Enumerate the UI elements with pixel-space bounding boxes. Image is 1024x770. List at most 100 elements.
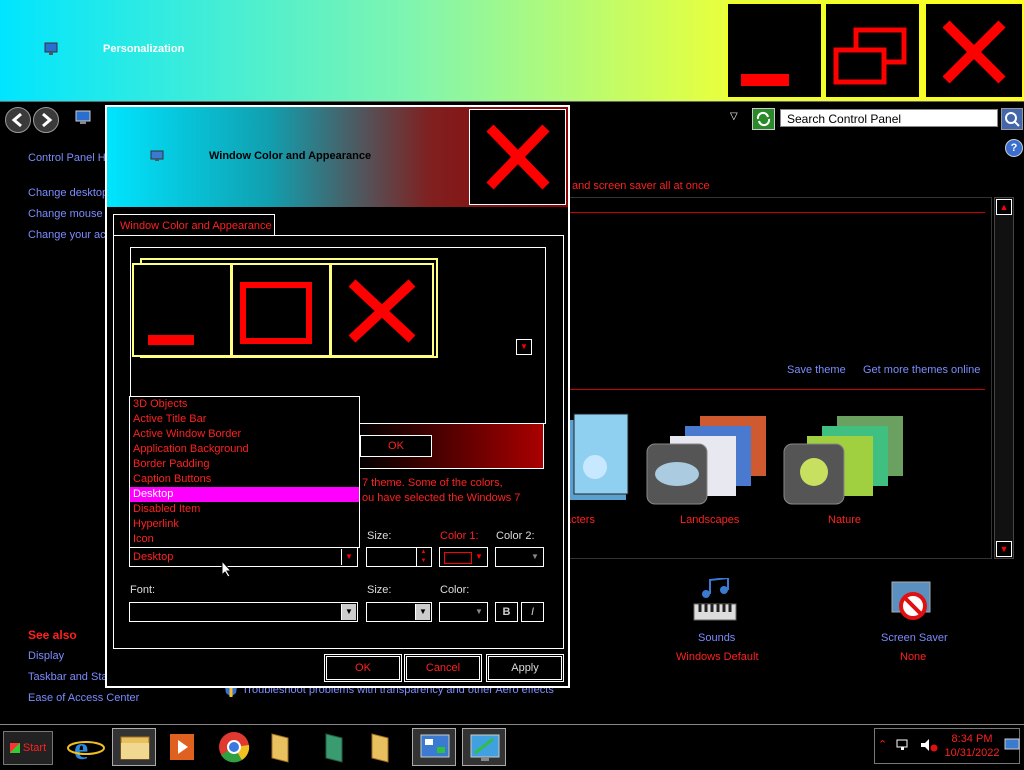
scroll-up-button[interactable]: ▲: [996, 199, 1012, 215]
show-hidden-icons-button[interactable]: ⌃: [878, 738, 887, 751]
minimize-icon: [741, 74, 789, 86]
refresh-button[interactable]: [752, 108, 775, 130]
apply-button[interactable]: Apply: [486, 654, 564, 682]
theme-characters-thumbnail[interactable]: [570, 412, 630, 504]
window-title: Personalization: [103, 43, 185, 55]
dialog-close-button[interactable]: [469, 109, 566, 205]
control-panel-taskbar-icon[interactable]: [412, 728, 456, 766]
list-item[interactable]: Hyperlink: [130, 517, 359, 532]
preview-scroll-down: ▼: [516, 339, 532, 355]
theme-landscapes-label: Landscapes: [680, 514, 740, 526]
chevron-down-icon: ▼: [341, 549, 356, 565]
forward-button[interactable]: [33, 107, 59, 133]
cancel-button[interactable]: Cancel: [404, 654, 482, 682]
list-item[interactable]: Active Window Border: [130, 427, 359, 442]
close-button[interactable]: [925, 3, 1023, 98]
intro-text: and screen saver all at once: [572, 180, 710, 192]
help-icon[interactable]: ?: [1005, 139, 1023, 157]
chevron-down-icon: ▼: [475, 552, 483, 561]
list-item-selected[interactable]: Desktop: [130, 487, 359, 502]
file-explorer-icon[interactable]: [112, 728, 156, 766]
list-item[interactable]: Disabled Item: [130, 502, 359, 517]
theme-nature-thumbnail[interactable]: [782, 410, 907, 505]
preview-ok-button: OK: [360, 435, 432, 457]
font-size-select[interactable]: ▼: [366, 602, 432, 622]
chrome-icon[interactable]: [212, 728, 256, 766]
close-icon: [942, 20, 1006, 84]
list-item[interactable]: Active Title Bar: [130, 412, 359, 427]
clock[interactable]: 8:34 PM 10/31/2022: [943, 732, 1001, 760]
svg-text:e: e: [74, 730, 88, 766]
screen-saver-icon[interactable]: [888, 578, 938, 628]
see-also-ease-of-access[interactable]: Ease of Access Center: [28, 692, 139, 704]
get-more-themes-link[interactable]: Get more themes online: [863, 364, 980, 376]
screen-saver-label[interactable]: Screen Saver: [881, 632, 948, 644]
bold-button[interactable]: B: [495, 602, 518, 622]
preview-minimize-button: [132, 263, 232, 357]
color-swatch: [444, 552, 472, 564]
color1-label: Color 1:: [440, 530, 479, 542]
chevron-down-icon: ▼: [341, 604, 356, 620]
chevron-down-icon: ▼: [415, 604, 430, 620]
item-select[interactable]: Desktop ▼: [129, 547, 358, 567]
font-color-picker[interactable]: ▼: [439, 602, 488, 622]
preview-maximize-button: [231, 263, 331, 357]
personalization-taskbar-icon[interactable]: [462, 728, 506, 766]
italic-button[interactable]: I: [521, 602, 544, 622]
search-input[interactable]: Search Control Panel: [780, 109, 998, 127]
list-item[interactable]: Icon: [130, 532, 359, 547]
restore-button[interactable]: [825, 3, 920, 98]
nav-change-mouse[interactable]: Change mouse p: [28, 208, 112, 220]
theme-landscapes-thumbnail[interactable]: [645, 410, 770, 505]
theme-list-scrollbar[interactable]: ▲ ▼: [994, 197, 1014, 559]
forward-arrow-icon: [42, 112, 53, 128]
nav-control-panel-home[interactable]: Control Panel Ho: [28, 152, 112, 164]
dialog-icon: [150, 150, 164, 162]
list-item[interactable]: Caption Buttons: [130, 472, 359, 487]
list-item[interactable]: Border Padding: [130, 457, 359, 472]
network-icon[interactable]: [896, 738, 912, 752]
folder-icon[interactable]: [260, 728, 304, 766]
color2-picker[interactable]: ▼: [495, 547, 544, 567]
see-also-taskbar[interactable]: Taskbar and Sta: [28, 671, 108, 683]
internet-explorer-icon[interactable]: e: [64, 728, 108, 766]
preview-close-button: [330, 263, 434, 357]
item-dropdown-list[interactable]: 3D Objects Active Title Bar Active Windo…: [129, 396, 360, 548]
ok-button[interactable]: OK: [324, 654, 402, 682]
media-player-icon[interactable]: [160, 728, 204, 766]
minimize-button[interactable]: [727, 3, 822, 98]
list-item[interactable]: Application Background: [130, 442, 359, 457]
stepper-arrows-icon[interactable]: ▲ ▼: [416, 548, 430, 566]
tab-window-color[interactable]: Window Color and Appearance: [113, 214, 275, 236]
nav-change-desktop[interactable]: Change desktop: [28, 187, 108, 199]
font-color-label: Color:: [440, 584, 470, 596]
dialog-title: Window Color and Appearance: [209, 150, 372, 162]
start-button[interactable]: Start: [3, 731, 53, 765]
back-button[interactable]: [5, 107, 31, 133]
back-arrow-icon: [11, 112, 22, 128]
clock-date: 10/31/2022: [944, 747, 1000, 759]
nav-change-account[interactable]: Change your ac: [28, 229, 106, 241]
show-desktop-button[interactable]: [1004, 738, 1020, 752]
folder-icon[interactable]: [360, 728, 404, 766]
screen-saver-value: None: [900, 651, 927, 663]
divider: [570, 389, 985, 390]
sounds-value: Windows Default: [676, 651, 759, 663]
save-theme-link[interactable]: Save theme: [787, 364, 846, 376]
search-button[interactable]: [1001, 108, 1023, 130]
chevron-down-icon: ▼: [531, 552, 539, 561]
scroll-down-button[interactable]: ▼: [996, 541, 1012, 557]
size-stepper[interactable]: ▲ ▼: [366, 547, 432, 567]
sounds-label[interactable]: Sounds: [698, 632, 735, 644]
list-item[interactable]: 3D Objects: [130, 397, 359, 412]
see-also-display[interactable]: Display: [28, 650, 64, 662]
start-label: Start: [22, 742, 47, 754]
chevron-down-icon: ▼: [475, 607, 483, 616]
address-dropdown-arrow[interactable]: ▽: [730, 111, 744, 125]
close-icon: [486, 124, 550, 190]
sounds-icon[interactable]: [690, 576, 740, 628]
font-select[interactable]: ▼: [129, 602, 358, 622]
color1-picker[interactable]: ▼: [439, 547, 488, 567]
volume-muted-icon[interactable]: [920, 738, 938, 752]
green-document-icon[interactable]: [314, 728, 358, 766]
